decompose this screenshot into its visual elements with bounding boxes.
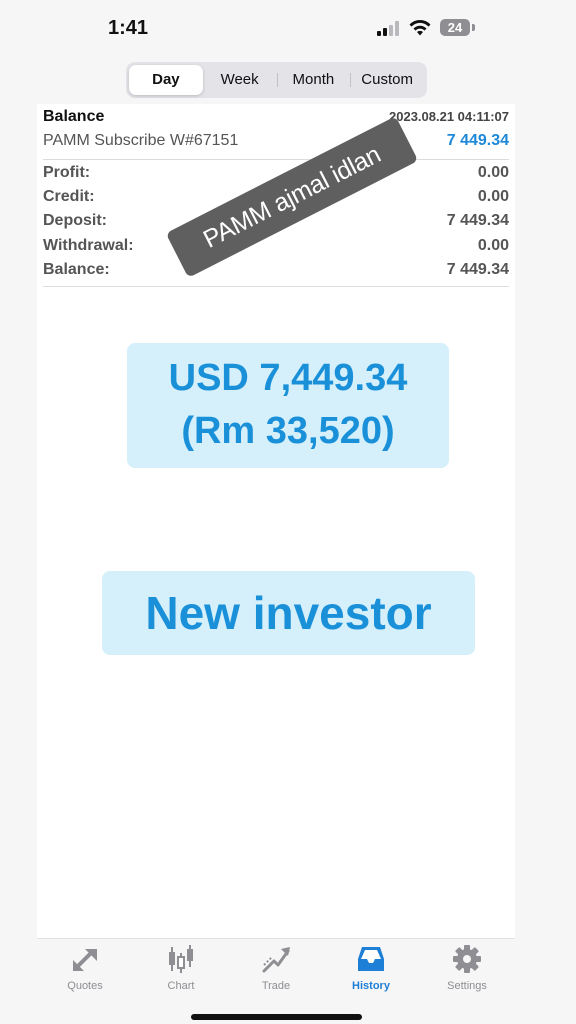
entry-description: PAMM Subscribe W#67151	[43, 132, 239, 149]
credit-label: Credit:	[43, 188, 95, 206]
gear-icon	[453, 945, 481, 973]
tab-history-label: History	[352, 980, 390, 992]
period-segmented-control: Day Week Month Custom	[126, 62, 427, 98]
new-investor-box: New investor	[102, 571, 475, 655]
withdrawal-label: Withdrawal:	[43, 236, 134, 254]
status-time: 1:41	[108, 17, 149, 39]
tab-quotes-label: Quotes	[67, 980, 103, 992]
tab-trade[interactable]: Trade	[236, 943, 316, 992]
usd-amount-text: USD 7,449.34	[168, 357, 408, 399]
battery-icon: 24	[440, 19, 470, 36]
status-bar: 1:41 24	[0, 0, 576, 58]
deposit-value: 7 449.34	[446, 212, 509, 230]
new-investor-text: New investor	[145, 587, 432, 639]
home-indicator[interactable]	[191, 1014, 362, 1020]
tab-chart[interactable]: Chart	[141, 943, 221, 992]
battery-nub	[472, 24, 475, 31]
tab-month[interactable]: Month	[276, 65, 351, 95]
trade-trend-icon	[262, 947, 290, 973]
cellular-signal-icon	[377, 20, 403, 36]
tab-settings-label: Settings	[447, 980, 487, 992]
tab-settings[interactable]: Settings	[427, 943, 507, 992]
history-inbox-icon	[358, 947, 384, 971]
withdrawal-value: 0.00	[477, 236, 509, 254]
entry-amount: 7 449.34	[446, 132, 509, 149]
withdrawal-row: Withdrawal: 0.00	[43, 235, 509, 259]
tab-history[interactable]: History	[331, 943, 411, 992]
bottom-tab-bar: Quotes Chart Trade History Settings	[37, 938, 515, 996]
quotes-arrows-icon	[73, 949, 97, 971]
wifi-icon	[409, 20, 431, 36]
deposit-label: Deposit:	[43, 212, 107, 230]
entry-datetime: 2023.08.21 04:11:07	[389, 109, 509, 124]
balance-entry-row[interactable]: Balance 2023.08.21 04:11:07 PAMM Subscri…	[43, 104, 509, 160]
tab-quotes[interactable]: Quotes	[45, 943, 125, 992]
balance-value: 7 449.34	[446, 260, 509, 278]
usd-highlight-box: USD 7,449.34 (Rm 33,520)	[127, 343, 449, 468]
profit-value: 0.00	[477, 164, 509, 181]
balance-row: Balance: 7 449.34	[43, 259, 509, 283]
entry-title: Balance	[43, 108, 105, 125]
tab-day[interactable]: Day	[129, 65, 203, 95]
tab-chart-label: Chart	[167, 980, 195, 992]
tab-custom[interactable]: Custom	[350, 65, 424, 95]
rm-amount-text: (Rm 33,520)	[181, 410, 395, 452]
profit-label: Profit:	[43, 164, 91, 181]
balance-label: Balance:	[43, 260, 110, 278]
tab-trade-label: Trade	[261, 980, 291, 992]
candlestick-chart-icon	[169, 945, 193, 973]
tab-week[interactable]: Week	[203, 65, 277, 95]
credit-value: 0.00	[477, 188, 509, 206]
